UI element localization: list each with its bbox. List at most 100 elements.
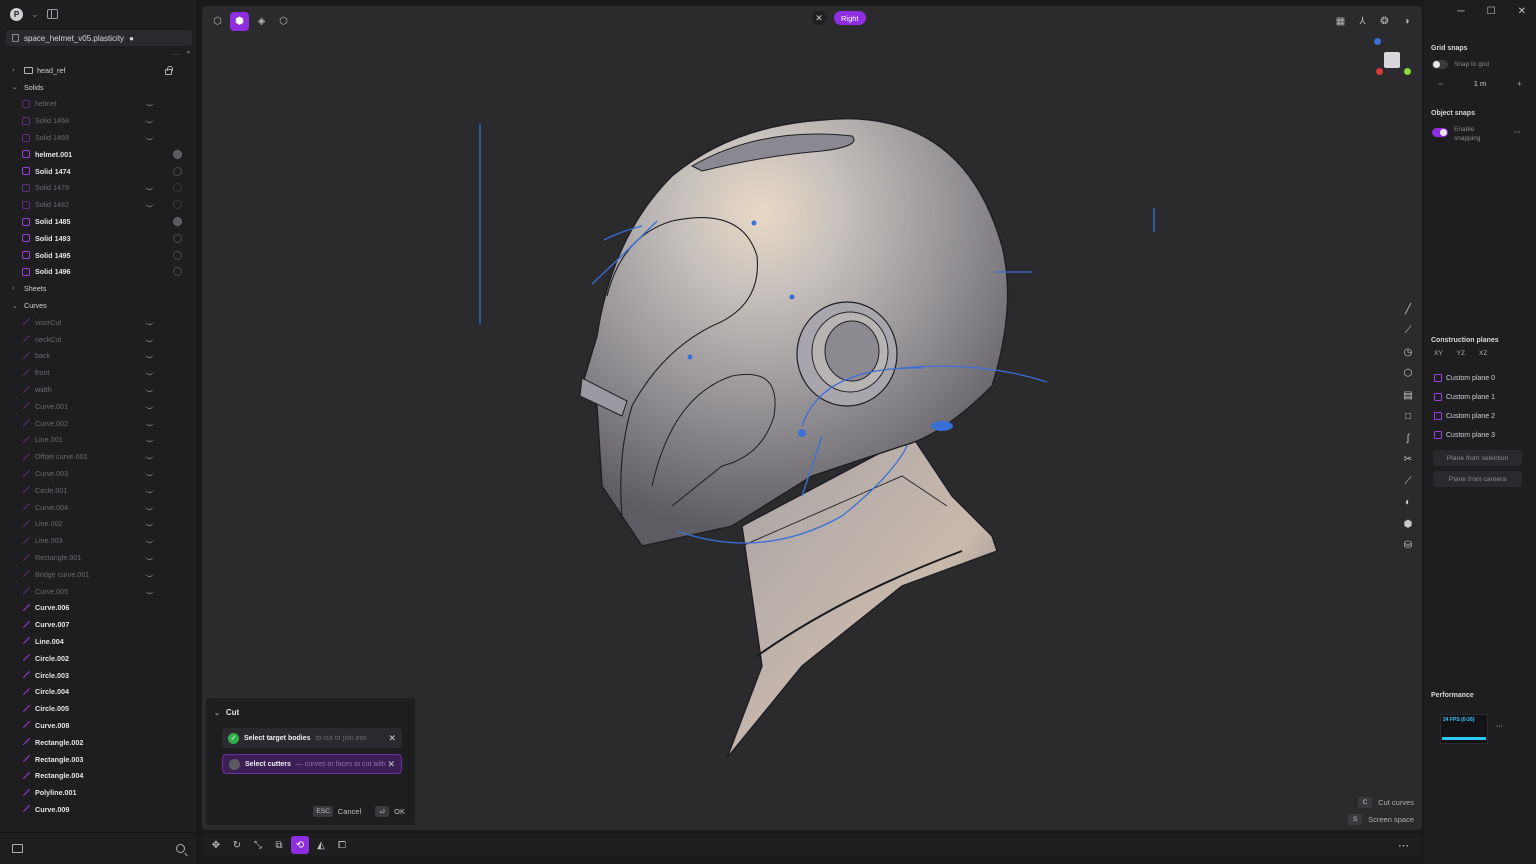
- chevron-right-icon[interactable]: ›: [12, 285, 20, 292]
- outliner-curve-item[interactable]: Curve.001: [0, 398, 192, 415]
- hidden-eye-icon[interactable]: [145, 454, 154, 460]
- edge-mode-icon[interactable]: ⬢: [230, 12, 249, 31]
- app-logo-icon[interactable]: P: [10, 7, 23, 21]
- outliner-solid-item[interactable]: helmet.001: [0, 146, 192, 163]
- snap-options-icon[interactable]: ⋯: [1514, 128, 1521, 136]
- outliner-curve-item[interactable]: back: [0, 348, 192, 365]
- outliner-solid-item[interactable]: Solid 1469: [0, 129, 192, 146]
- hidden-eye-icon[interactable]: [145, 353, 154, 359]
- hidden-eye-icon[interactable]: [145, 370, 154, 376]
- outliner-options-icon[interactable]: ⋯: [172, 50, 180, 59]
- outliner-curve-item[interactable]: Circle.005: [0, 700, 192, 717]
- curve-tool-icon[interactable]: ⟋: [1399, 322, 1417, 341]
- outliner-solid-item[interactable]: Solid 1495: [0, 247, 192, 264]
- decrement-icon[interactable]: −: [1438, 79, 1443, 89]
- hidden-eye-icon[interactable]: [145, 421, 154, 426]
- xray-icon[interactable]: ❂: [1375, 12, 1394, 31]
- visibility-dot-icon[interactable]: [173, 149, 182, 159]
- custom-plane-item[interactable]: Custom plane 3: [1434, 431, 1495, 439]
- outliner-curve-item[interactable]: Rectangle.004: [0, 767, 192, 784]
- hidden-eye-icon[interactable]: [145, 505, 154, 510]
- z-axis-icon[interactable]: [1374, 38, 1381, 45]
- plane-xz-button[interactable]: XZ: [1479, 350, 1487, 357]
- trim-tool-icon[interactable]: ⟋: [1399, 472, 1417, 491]
- polygon-tool-icon[interactable]: ⬡: [1399, 365, 1417, 384]
- cut-dialog-header[interactable]: ⌄ Cut: [206, 698, 415, 717]
- outliner-group[interactable]: › Sheets: [0, 280, 192, 297]
- hidden-eye-icon[interactable]: [145, 471, 154, 477]
- select-target-bodies-step[interactable]: ✓ Select target bodies to cut or join in…: [222, 728, 402, 748]
- outliner-solid-item[interactable]: Solid 1468: [0, 112, 192, 129]
- outliner-curve-item[interactable]: Curve.002: [0, 415, 192, 432]
- outliner-curve-item[interactable]: Line.001: [0, 432, 192, 449]
- ok-button[interactable]: ⏎ OK: [375, 806, 405, 817]
- clear-icon[interactable]: ✕: [387, 759, 395, 770]
- visibility-dot-icon[interactable]: [173, 166, 182, 176]
- outliner-curve-item[interactable]: Curve.003: [0, 465, 192, 482]
- vertex-mode-icon[interactable]: ⬡: [208, 12, 227, 31]
- view-name-pill[interactable]: Right: [834, 11, 866, 25]
- scale-icon[interactable]: ⤡: [249, 836, 267, 854]
- outliner-solid-item[interactable]: Solid 1485: [0, 213, 192, 230]
- plane-from-selection-button[interactable]: Plane from selection: [1433, 450, 1522, 466]
- duplicate-icon[interactable]: ⧠: [333, 836, 351, 854]
- visibility-dot-icon[interactable]: [173, 200, 182, 210]
- visibility-dot-icon[interactable]: [173, 217, 182, 227]
- outliner-curve-item[interactable]: Curve.009: [0, 801, 192, 818]
- hidden-eye-icon[interactable]: [145, 572, 154, 577]
- outliner-curve-item[interactable]: Line.003: [0, 532, 192, 549]
- hidden-eye-icon[interactable]: [145, 337, 154, 342]
- solid-mode-icon[interactable]: ⬡: [274, 12, 293, 31]
- visibility-dot-icon[interactable]: [173, 267, 182, 277]
- grid-icon[interactable]: ▦: [1331, 12, 1350, 31]
- collapse-icon[interactable]: ⌃: [185, 50, 192, 59]
- hidden-eye-icon[interactable]: [145, 404, 154, 409]
- visibility-dot-icon[interactable]: [173, 183, 182, 193]
- outliner-solid-item[interactable]: helmet: [0, 96, 192, 113]
- view-cube-icon[interactable]: [1384, 52, 1400, 68]
- outliner-group[interactable]: › head_ref: [0, 62, 192, 79]
- outliner-curve-item[interactable]: neckCut: [0, 331, 192, 348]
- outliner-curve-item[interactable]: Rectangle.003: [0, 751, 192, 768]
- hidden-eye-icon[interactable]: [145, 320, 154, 325]
- 3d-viewport[interactable]: ⬡ ⬢ ◈ ⬡ ✕ Right ▦ ⅄ ❂ ◑ ╱ ⟋ ◷ ⬡ ▤ □ ∫ ✂ …: [202, 6, 1422, 830]
- outliner-curve-item[interactable]: front: [0, 364, 192, 381]
- outliner-curve-item[interactable]: Circle.002: [0, 650, 192, 667]
- hidden-eye-icon[interactable]: [145, 538, 154, 544]
- outliner-curve-item[interactable]: Line.002: [0, 516, 192, 533]
- hidden-eye-icon[interactable]: [145, 555, 154, 560]
- axes-icon[interactable]: ⅄: [1353, 12, 1372, 31]
- visibility-dot-icon[interactable]: [173, 250, 182, 260]
- file-tab[interactable]: space_helmet_v05.plasticity ●: [6, 30, 192, 46]
- hidden-eye-icon[interactable]: [145, 135, 154, 141]
- snap-to-grid-toggle[interactable]: [1432, 60, 1448, 69]
- database-icon[interactable]: ⛁: [1399, 537, 1417, 556]
- box-tool-icon[interactable]: ⬢: [1399, 515, 1417, 534]
- move-icon[interactable]: ✥: [207, 836, 225, 854]
- face-mode-icon[interactable]: ◈: [252, 12, 271, 31]
- lock-icon[interactable]: [165, 66, 173, 75]
- line-tool-icon[interactable]: ╱: [1399, 300, 1417, 319]
- chevron-down-icon[interactable]: ⌄: [12, 83, 20, 91]
- performance-options-icon[interactable]: ⋯: [1496, 722, 1503, 730]
- outliner-solid-item[interactable]: Solid 1493: [0, 230, 192, 247]
- outliner-curve-item[interactable]: Curve.007: [0, 616, 192, 633]
- chevron-right-icon[interactable]: ›: [12, 67, 20, 74]
- folder-icon[interactable]: [12, 844, 23, 853]
- custom-plane-item[interactable]: Custom plane 0: [1434, 374, 1495, 382]
- outliner-curve-item[interactable]: Rectangle.001: [0, 549, 192, 566]
- grid-size-stepper[interactable]: − 1 m +: [1432, 76, 1528, 91]
- outliner-curve-item[interactable]: visorCut: [0, 314, 192, 331]
- outliner-solid-item[interactable]: Solid 1474: [0, 163, 192, 180]
- hidden-eye-icon[interactable]: [145, 589, 154, 594]
- chevron-down-icon[interactable]: ⌄: [31, 9, 39, 20]
- sidebar-toggle-icon[interactable]: [46, 9, 58, 19]
- cancel-button[interactable]: ESC Cancel: [313, 806, 361, 817]
- hidden-eye-icon[interactable]: [145, 488, 154, 493]
- outliner-curve-item[interactable]: Bridge curve.001: [0, 566, 192, 583]
- outliner-curve-item[interactable]: Offset curve.001: [0, 448, 192, 465]
- outliner-curve-item[interactable]: Circle.001: [0, 482, 192, 499]
- hidden-eye-icon[interactable]: [145, 101, 154, 107]
- outliner-curve-item[interactable]: Polyline.001: [0, 784, 192, 801]
- zoom-icon[interactable]: [176, 844, 185, 853]
